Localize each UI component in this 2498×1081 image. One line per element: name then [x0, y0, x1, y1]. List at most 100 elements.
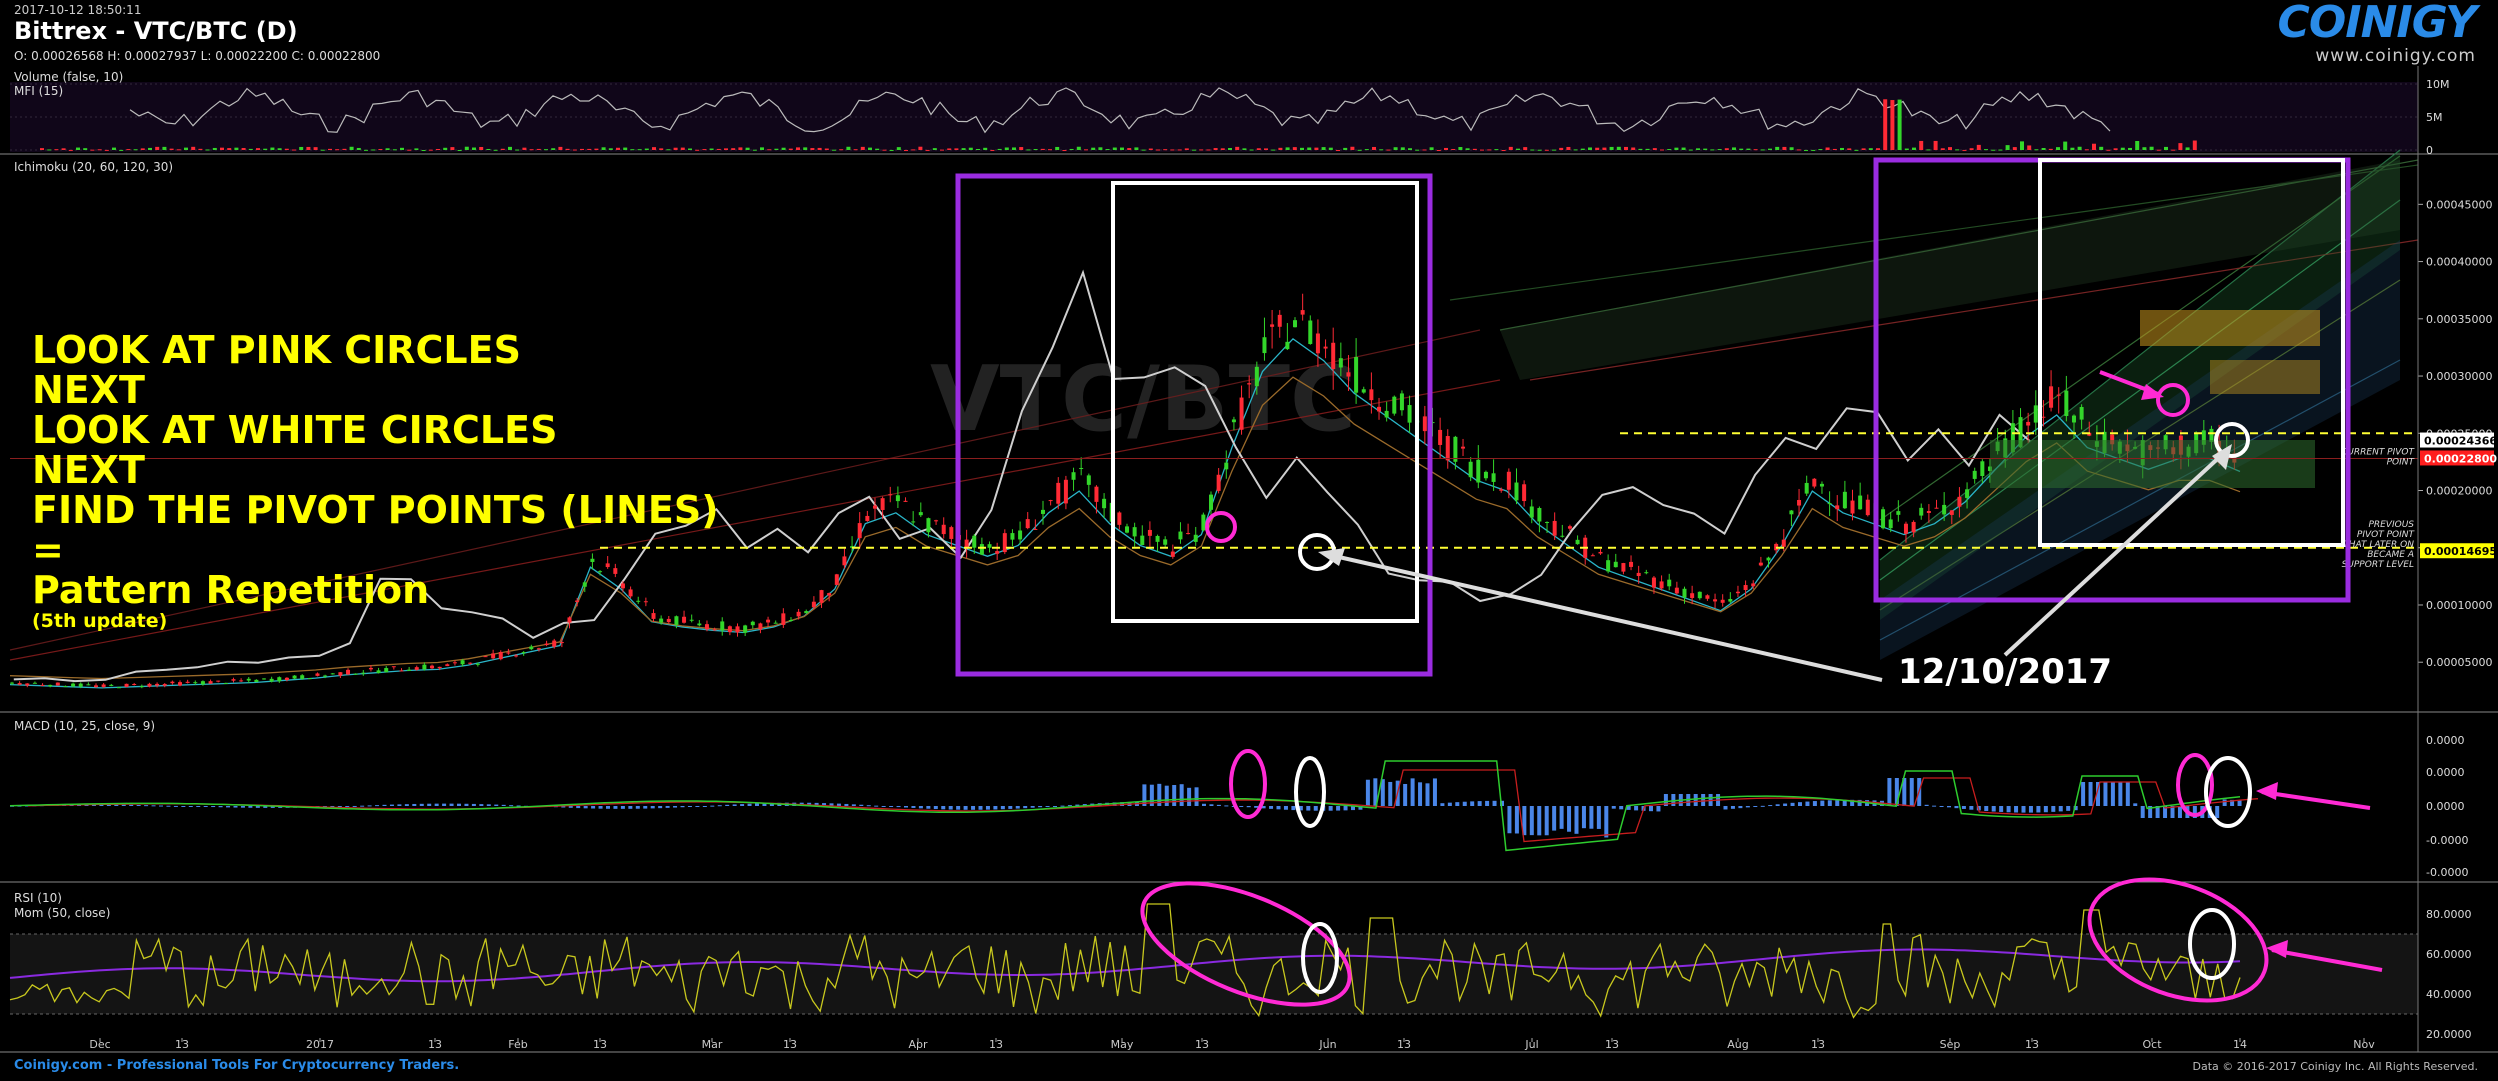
volume-bar	[1400, 147, 1405, 150]
rsi-y-tick: 40.0000	[2426, 988, 2472, 1001]
volume-bar	[1775, 146, 1780, 150]
candle	[1102, 498, 1107, 509]
macd-hist-bar	[956, 806, 961, 810]
volume-bar	[2012, 147, 2017, 150]
candle	[1705, 595, 1710, 599]
macd-hist-bar	[1924, 804, 1929, 806]
candle	[1170, 551, 1175, 557]
volume-bar	[1595, 147, 1600, 150]
candle	[1239, 397, 1244, 430]
volume-bar	[616, 147, 620, 150]
macd-hist-bar	[1283, 806, 1288, 810]
x-tick-label: 13	[783, 1038, 797, 1051]
macd-y-tick: -0.0000	[2426, 866, 2468, 879]
macd-hist-bar	[866, 805, 871, 807]
pink-arrow	[2261, 790, 2371, 810]
volume-bar	[227, 148, 232, 150]
candle	[1903, 523, 1908, 534]
candle	[300, 675, 305, 679]
candle	[979, 544, 984, 555]
volume-bar	[1242, 148, 1247, 150]
candle	[1163, 539, 1168, 545]
candle	[1201, 514, 1206, 531]
logo-url: www.coinigy.com	[2315, 46, 2476, 66]
macd-hist-bar	[1246, 806, 1251, 808]
macd-hist-bar	[2215, 806, 2220, 818]
candle	[1537, 508, 1542, 522]
volume-bar	[767, 149, 772, 151]
macd-hist-bar	[1239, 806, 1244, 807]
candle	[216, 680, 221, 682]
macd-hist-bar	[628, 806, 633, 809]
volume-bar	[2027, 145, 2032, 150]
macd-hist-bar	[1887, 778, 1892, 806]
rsi-band	[10, 934, 2418, 1014]
macd-hist-bar	[643, 806, 648, 809]
volume-bar	[2106, 149, 2111, 151]
macd-hist-bar	[1693, 794, 1698, 806]
candle	[1758, 562, 1763, 566]
macd-hist-bar	[755, 803, 759, 806]
candle	[1216, 474, 1221, 491]
macd-hist-bar	[1067, 805, 1072, 807]
candle	[452, 662, 457, 664]
macd-hist-bar	[1649, 806, 1653, 812]
candle	[1354, 356, 1359, 393]
macd-hist-bar	[1030, 806, 1035, 808]
candle	[368, 667, 373, 670]
candle	[1155, 535, 1160, 542]
candle	[2071, 415, 2076, 423]
macd-hist-bar	[2066, 806, 2071, 811]
macd-hist-bar	[918, 806, 923, 809]
candle	[1644, 572, 1649, 574]
volume-bar	[1444, 147, 1448, 150]
candle	[521, 652, 526, 654]
candle	[1132, 527, 1137, 537]
mom-label: Mom (50, close)	[14, 906, 111, 920]
volume-bar	[1206, 149, 1211, 151]
volume-label: Volume (false, 10)	[14, 70, 124, 84]
volume-bar	[1091, 147, 1096, 150]
volume-bar	[1681, 147, 1686, 150]
volume-bar	[990, 149, 995, 151]
macd-hist-bar	[1254, 806, 1259, 808]
macd-hist-bar	[382, 804, 387, 806]
macd-hist-bar	[2021, 806, 2026, 813]
candle	[162, 684, 167, 686]
x-tick-label: Jun	[1318, 1038, 1336, 1051]
candle	[376, 670, 381, 674]
candle	[1086, 475, 1091, 485]
volume-bar	[781, 147, 786, 150]
candle	[86, 684, 91, 686]
macd-hist-bar	[1172, 785, 1177, 806]
macd-hist-bar	[427, 803, 432, 806]
volume-bar	[1112, 147, 1117, 150]
price-label-note: THAT LATER ON	[2343, 540, 2414, 550]
date-label: 12/10/2017	[1898, 652, 2113, 692]
candle	[1529, 506, 1534, 518]
macd-hist-bar	[1783, 803, 1788, 806]
macd-hist-bar	[606, 806, 610, 809]
candle	[903, 500, 908, 502]
volume-bar	[2149, 146, 2154, 150]
volume-bar	[2041, 147, 2046, 150]
footer-tagline[interactable]: Coinigy.com - Professional Tools For Cry…	[14, 1058, 459, 1073]
macd-hist-bar	[1991, 806, 1996, 812]
candle	[1911, 521, 1916, 533]
volume-bar	[1948, 147, 1952, 150]
volume-bar	[1580, 148, 1585, 150]
volume-bar	[1998, 149, 2003, 151]
candle	[1270, 324, 1275, 327]
volume-bar	[1926, 149, 1931, 151]
price-label: 0.00024366	[2424, 435, 2497, 448]
volume-bar	[1955, 149, 1960, 151]
volume-bar	[68, 149, 73, 151]
volume-bar	[551, 148, 556, 150]
volume-bar	[1940, 148, 1945, 150]
rsi-label: RSI (10)	[14, 891, 62, 905]
macd-hist-bar	[218, 806, 223, 808]
candle	[842, 556, 847, 566]
candle	[468, 662, 473, 664]
macd-hist-bar	[1909, 778, 1914, 806]
coinigy-logo[interactable]: COINIGY www.coinigy.com	[2278, 0, 2477, 66]
